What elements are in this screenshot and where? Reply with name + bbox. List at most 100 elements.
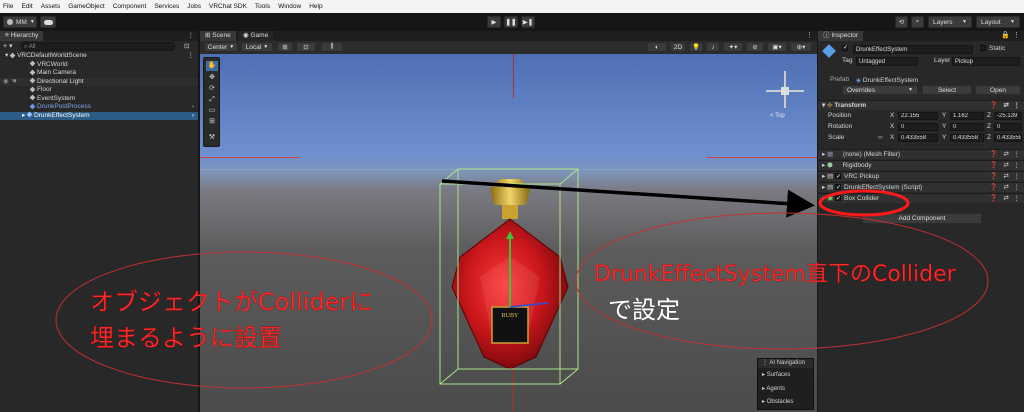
list-item[interactable]: Floor	[0, 86, 198, 95]
cloud-button[interactable]	[40, 16, 56, 28]
prefab-asset-field[interactable]: ◈ DrunkEffectSystem	[856, 76, 918, 84]
help-icon[interactable]: ❓	[990, 172, 998, 182]
component-vrc-pickup[interactable]: ▸ ▤ VRC Pickup ❓⇄⋮	[818, 171, 1024, 182]
effects-dropdown[interactable]: ✦▾	[723, 42, 743, 52]
overrides-dropdown[interactable]: Overrides ▼	[842, 85, 918, 95]
scale-x-input[interactable]: 0.433558	[898, 134, 938, 142]
scene-row[interactable]: ▾ VRCDefaultWorldScene ⋮	[0, 52, 198, 61]
preset-icon[interactable]: ⇄	[1004, 183, 1009, 193]
scale-tool-icon[interactable]: ⤢	[206, 95, 218, 105]
list-item[interactable]: ◉ ☚ Directional Light	[0, 77, 198, 87]
tab-game[interactable]: ◉ Game	[238, 31, 274, 41]
audio-toggle[interactable]: ♪	[706, 42, 720, 52]
select-button[interactable]: Select	[922, 85, 972, 95]
help-icon[interactable]: ❓	[990, 101, 998, 111]
more-icon[interactable]: ⋮	[1014, 172, 1021, 182]
custom-tool-icon[interactable]: ⚒	[206, 133, 218, 143]
active-checkbox[interactable]	[842, 44, 851, 52]
play-button[interactable]: ▶	[487, 16, 501, 28]
tab-hierarchy[interactable]: ≡ Hierarchy	[0, 31, 44, 41]
ai-nav-item-surfaces[interactable]: ▸ Surfaces	[758, 368, 813, 382]
menu-assets[interactable]: Assets	[41, 3, 61, 10]
rotation-x-input[interactable]: 0	[898, 123, 938, 131]
more-icon[interactable]: ⋮	[1014, 161, 1021, 171]
preset-icon[interactable]: ⇄	[1004, 172, 1009, 182]
gizmos-dropdown[interactable]: ⊕▾	[790, 42, 812, 52]
grid-snap-button[interactable]: ⊞	[277, 42, 293, 52]
list-item[interactable]: DrunkPostProcess ›	[0, 103, 198, 112]
list-item[interactable]: VRCWorld	[0, 61, 198, 70]
component-box-collider[interactable]: ▸ ▣ Box Collider ❓⇄⋮	[818, 193, 1024, 204]
move-tool-icon[interactable]: ✥	[206, 73, 218, 83]
menu-component[interactable]: Component	[113, 3, 147, 10]
component-drunk-effect-script[interactable]: ▸ ▤ DrunkEffectSystem (Script) ❓⇄⋮	[818, 182, 1024, 193]
link-icon[interactable]: ∞	[878, 133, 883, 143]
help-icon[interactable]: ❓	[990, 183, 998, 193]
menu-services[interactable]: Services	[154, 3, 179, 10]
rect-tool-icon[interactable]: ▭	[206, 106, 218, 116]
transform-tool-icon[interactable]: ⊞	[206, 117, 218, 127]
open-button[interactable]: Open	[975, 85, 1021, 95]
help-icon[interactable]: ❓	[990, 194, 998, 204]
orientation-gizmo[interactable]	[760, 66, 810, 116]
more-icon[interactable]: ⋮	[188, 31, 195, 41]
scale-z-input[interactable]: 0.433558	[994, 134, 1022, 142]
add-button[interactable]: + ▾	[3, 42, 17, 51]
help-icon[interactable]: ❓	[990, 150, 998, 160]
more-icon[interactable]: ⋮	[1014, 101, 1021, 111]
pickable-icon[interactable]: ☚	[11, 78, 17, 87]
position-x-input[interactable]: 22.155	[898, 112, 938, 120]
align-button[interactable]: ⫼	[321, 42, 343, 52]
static-checkbox[interactable]: Static	[980, 45, 1005, 52]
help-icon[interactable]: ❓	[990, 161, 998, 171]
list-item-selected[interactable]: ▸ DrunkEffectSystem ›	[0, 111, 198, 121]
menu-window[interactable]: Window	[278, 3, 301, 10]
lock-icon[interactable]: ⊡	[184, 42, 189, 50]
shading-mode-button[interactable]: ◐	[647, 42, 667, 52]
layer-dropdown[interactable]: Pickup	[952, 57, 1020, 66]
more-icon[interactable]: ⋮	[1014, 194, 1021, 204]
add-component-button[interactable]: Add Component	[862, 213, 982, 224]
chevron-right-icon[interactable]: ›	[192, 112, 194, 121]
pause-button[interactable]: ❚❚	[504, 16, 518, 28]
menu-vrchat-sdk[interactable]: VRChat SDK	[209, 3, 247, 10]
transform-header[interactable]: ▾ ⊹ Transform ❓ ⇄ ⋮	[818, 100, 1024, 110]
chevron-right-icon[interactable]: ›	[192, 103, 194, 112]
preset-icon[interactable]: ⇄	[1004, 161, 1009, 171]
component-enabled-checkbox[interactable]	[835, 183, 841, 193]
position-y-input[interactable]: 1.162	[950, 112, 984, 120]
mode-2d-button[interactable]: 2D	[670, 42, 686, 52]
component-enabled-checkbox[interactable]	[835, 172, 841, 182]
tab-inspector[interactable]: ⓘ Inspector	[818, 31, 864, 41]
more-icon[interactable]: ⋮	[1014, 183, 1021, 193]
ai-nav-item-agents[interactable]: ▸ Agents	[758, 382, 813, 396]
menu-jobs[interactable]: Jobs	[187, 3, 201, 10]
list-item[interactable]: Main Camera	[0, 69, 198, 78]
component-enabled-checkbox[interactable]	[835, 194, 841, 204]
lock-icon[interactable]: 🔒	[1001, 31, 1010, 41]
hidden-objects-toggle[interactable]: ⊘	[746, 42, 764, 52]
ai-nav-item-obstacles[interactable]: ▸ Obstacles	[758, 396, 813, 408]
layers-dropdown[interactable]: Layers ▼	[928, 16, 972, 28]
more-icon[interactable]: ⋮	[1013, 31, 1020, 41]
tab-scene[interactable]: ⊞ Scene	[200, 31, 236, 41]
menu-help[interactable]: Help	[309, 3, 322, 10]
space-dropdown[interactable]: Local ▼	[241, 42, 273, 52]
scene-viewport[interactable]: ✋ ✥ ⟳ ⤢ ▭ ⊞ ⚒ < Top RUBY ⋮ AI Navigation…	[200, 54, 817, 412]
pivot-dropdown[interactable]: Center ▼	[204, 42, 238, 52]
rotation-z-input[interactable]: 0	[994, 123, 1022, 131]
hand-tool-icon[interactable]: ✋	[206, 61, 218, 71]
scale-y-input[interactable]: 0.433558	[950, 134, 984, 142]
more-icon[interactable]: ⋮	[806, 31, 813, 41]
position-z-input[interactable]: -25.139	[994, 112, 1022, 120]
preset-icon[interactable]: ⇄	[1004, 101, 1009, 111]
rotation-y-input[interactable]: 0	[950, 123, 984, 131]
visibility-icon[interactable]: ◉	[3, 78, 9, 87]
account-button[interactable]: MM ▼	[3, 16, 37, 28]
menu-gameobject[interactable]: GameObject	[68, 3, 105, 10]
hierarchy-search-input[interactable]: ⌕ All	[21, 42, 175, 51]
snap-increment-button[interactable]: ⊡	[296, 42, 316, 52]
component-rigidbody[interactable]: ▸ ⬢ Rigidbody ❓ ⇄ ⋮	[818, 160, 1024, 170]
step-button[interactable]: ▶❚	[521, 16, 535, 28]
preset-icon[interactable]: ⇄	[1004, 194, 1009, 204]
